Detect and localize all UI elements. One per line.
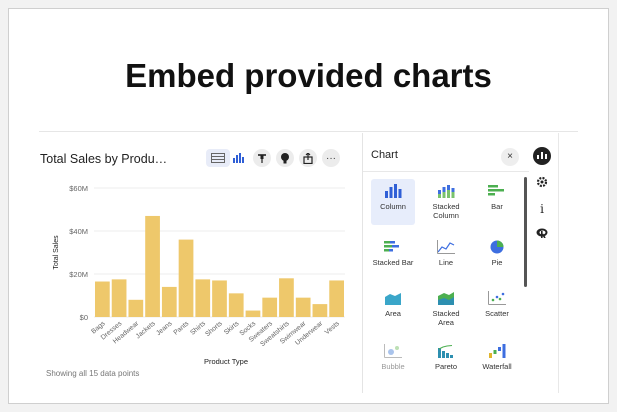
column-chart-icon: [384, 184, 402, 200]
stacked-bar-icon: [384, 240, 402, 256]
chart-type-area[interactable]: Area: [371, 286, 415, 332]
chart-view-toggle[interactable]: [230, 149, 248, 167]
x-axis-label: Product Type: [204, 357, 248, 366]
divider: [363, 171, 529, 172]
r-analysis-button[interactable]: [533, 225, 551, 243]
chart-type-icon: [537, 150, 547, 162]
chart-type-pie[interactable]: Pie: [475, 235, 519, 281]
bar: [312, 304, 328, 317]
chart-card: Total Sales by Produ… ··· $0 $20M $40M $60M…: [30, 133, 360, 385]
bar: [245, 310, 261, 317]
chart-type-stacked-bar[interactable]: Stacked Bar: [371, 235, 415, 281]
data-points-summary: Showing all 15 data points: [46, 369, 140, 378]
chart-type-label: Stacked Column: [432, 202, 460, 220]
chart-type-bar[interactable]: Bar: [475, 179, 519, 225]
y-tick-label: $60M: [69, 184, 88, 193]
chart-type-stacked-column[interactable]: Stacked Column: [424, 179, 468, 225]
close-button[interactable]: ×: [501, 148, 519, 166]
chart-type-column[interactable]: Column: [371, 179, 415, 225]
chart-type-label: Pie: [491, 258, 503, 267]
x-tick-label: Skirts: [223, 320, 241, 337]
y-tick-label: $40M: [69, 227, 88, 236]
y-tick-label: $20M: [69, 270, 88, 279]
chart-type-pareto[interactable]: Pareto: [424, 339, 468, 385]
divider: [558, 133, 559, 393]
bubble-chart-icon: [384, 344, 402, 360]
table-view-toggle[interactable]: [206, 149, 230, 167]
chart-type-label: Pareto: [434, 362, 458, 371]
x-tick-label: Pants: [172, 320, 190, 337]
table-icon: [211, 153, 225, 163]
pie-chart-icon: [488, 240, 506, 256]
stacked-column-icon: [437, 184, 455, 200]
more-button[interactable]: ···: [322, 149, 340, 167]
line-chart-icon: [437, 240, 455, 256]
bar: [329, 280, 344, 317]
chart-type-button[interactable]: [533, 147, 551, 165]
chart-type-stacked-area[interactable]: Stacked Area: [424, 286, 468, 332]
bar: [279, 278, 294, 317]
settings-icon: [536, 176, 548, 191]
stacked-area-icon: [437, 291, 455, 307]
chart-type-label: Stacked Area: [432, 309, 460, 327]
chart-type-label: Line: [438, 258, 454, 267]
share-icon: [303, 152, 313, 164]
bar: [111, 279, 127, 317]
x-tick-label: Jackets: [135, 320, 158, 341]
r-analysis-icon: [536, 228, 548, 241]
divider: [39, 131, 578, 132]
settings-button[interactable]: [533, 174, 551, 192]
spotiq-button[interactable]: [276, 149, 294, 167]
bar: [212, 280, 227, 317]
bar-chart-icon: [488, 184, 506, 200]
idea-icon: [280, 152, 290, 164]
bar-chart: $0$20M$40M$60MTotal SalesBagsDressesHead…: [53, 184, 345, 366]
share-button[interactable]: [299, 149, 317, 167]
x-tick-label: Jeans: [155, 320, 174, 337]
chart-type-label: Bubble: [381, 362, 405, 371]
bar: [195, 279, 211, 317]
chart-title[interactable]: Total Sales by Produ…: [40, 152, 167, 166]
slide-headline: Embed provided charts: [125, 57, 492, 94]
pin-button[interactable]: [253, 149, 271, 167]
x-tick-label: Vests: [324, 320, 342, 336]
chart-type-label: Bar: [491, 202, 503, 211]
chart-type-scatter[interactable]: Scatter: [475, 286, 519, 332]
chart-type-bubble[interactable]: Bubble: [371, 339, 415, 385]
bar: [262, 297, 278, 317]
chart-type-line[interactable]: Line: [424, 235, 468, 281]
bar: [295, 297, 311, 317]
pareto-chart-icon: [437, 344, 455, 360]
info-icon: i: [540, 202, 544, 216]
chart-type-waterfall[interactable]: Waterfall: [475, 339, 519, 385]
more-icon: ···: [326, 152, 336, 164]
bar: [128, 299, 144, 317]
panel-title: Chart: [371, 149, 398, 161]
scatter-chart-icon: [488, 291, 506, 307]
bar: [95, 281, 110, 317]
chart-type-panel: Chart × Column Stacked Column Bar Stacked B…: [362, 133, 529, 393]
bar: [178, 239, 194, 317]
waterfall-chart-icon: [488, 344, 506, 360]
x-tick-label: Shorts: [204, 320, 224, 338]
pin-icon: [257, 153, 267, 163]
column-chart-icon: [233, 153, 245, 163]
info-button[interactable]: i: [533, 200, 551, 218]
bar: [228, 293, 244, 317]
chart-type-label: Area: [385, 309, 401, 318]
chart-type-label: Stacked Bar: [372, 258, 414, 267]
scrollbar[interactable]: [524, 177, 527, 287]
y-axis-label: Total Sales: [53, 235, 60, 270]
chart-type-label: Scatter: [485, 309, 509, 318]
y-tick-label: $0: [80, 313, 88, 322]
bar: [161, 286, 177, 317]
chart-type-label: Column: [380, 202, 406, 211]
bar: [145, 215, 160, 317]
chart-type-label: Waterfall: [482, 362, 512, 371]
area-chart-icon: [384, 291, 402, 307]
